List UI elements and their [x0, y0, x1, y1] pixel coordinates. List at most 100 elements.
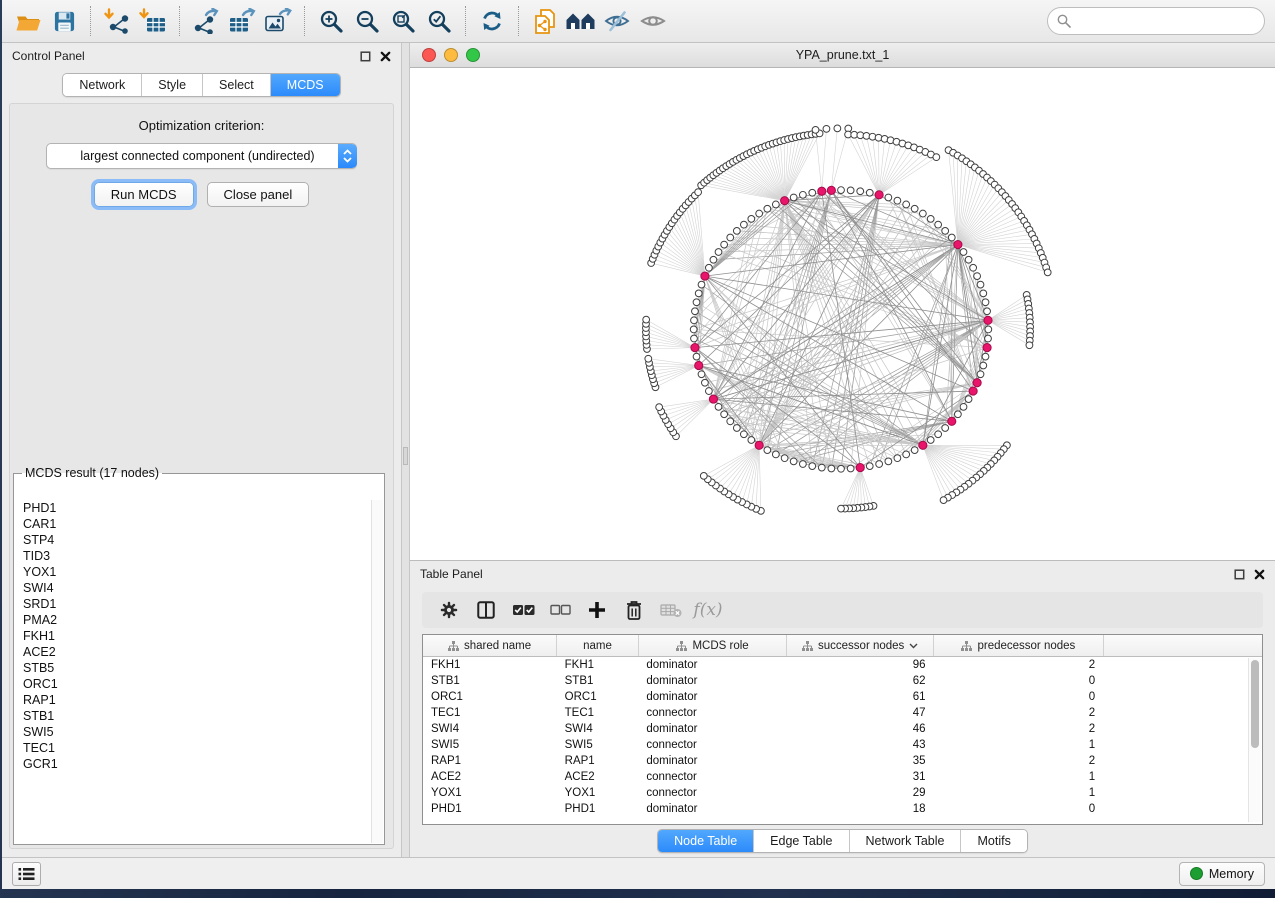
network-node[interactable]: [790, 194, 797, 201]
network-node[interactable]: [927, 215, 934, 222]
mcds-hub-node[interactable]: [709, 395, 717, 403]
network-node[interactable]: [847, 465, 854, 472]
network-node[interactable]: [799, 191, 806, 198]
network-node[interactable]: [715, 249, 722, 256]
network-node[interactable]: [693, 353, 700, 360]
tab-style[interactable]: Style: [141, 74, 202, 96]
network-node[interactable]: [894, 197, 901, 204]
network-node[interactable]: [698, 281, 705, 288]
vertical-splitter[interactable]: [401, 43, 410, 857]
mcds-hub-node[interactable]: [919, 441, 927, 449]
task-history-button[interactable]: [12, 862, 41, 886]
mcds-hub-node[interactable]: [818, 187, 826, 195]
function-builder-button[interactable]: f(x): [693, 595, 723, 625]
mcds-result-item[interactable]: RAP1: [23, 692, 372, 708]
optimization-criterion-select[interactable]: largest connected component (undirected): [46, 143, 357, 169]
mcds-result-item[interactable]: CAR1: [23, 516, 372, 532]
network-node[interactable]: [690, 326, 697, 333]
network-node[interactable]: [838, 505, 845, 512]
network-node[interactable]: [710, 256, 717, 263]
network-node[interactable]: [721, 411, 728, 418]
tab-network-table[interactable]: Network Table: [849, 830, 961, 852]
mcds-result-item[interactable]: GCR1: [23, 756, 372, 772]
network-node[interactable]: [911, 205, 918, 212]
mcds-hub-node[interactable]: [781, 197, 789, 205]
mcds-hub-node[interactable]: [875, 191, 883, 199]
network-node[interactable]: [1044, 269, 1051, 276]
network-node[interactable]: [977, 281, 984, 288]
mcds-hub-node[interactable]: [984, 316, 992, 324]
network-node[interactable]: [903, 451, 910, 458]
window-maximize-light[interactable]: [466, 48, 480, 62]
network-node[interactable]: [876, 461, 883, 468]
network-node[interactable]: [960, 403, 967, 410]
window-minimize-light[interactable]: [444, 48, 458, 62]
network-node[interactable]: [812, 126, 819, 133]
mcds-result-item[interactable]: SWI5: [23, 724, 372, 740]
network-graph[interactable]: [410, 68, 1275, 560]
splitter-grip[interactable]: [403, 447, 408, 465]
zoom-selected-button[interactable]: [421, 4, 457, 38]
create-column-button[interactable]: [582, 595, 612, 625]
tab-node-table[interactable]: Node Table: [658, 830, 753, 852]
mcds-result-item[interactable]: YOX1: [23, 564, 372, 580]
network-node[interactable]: [857, 188, 864, 195]
tab-motifs[interactable]: Motifs: [960, 830, 1026, 852]
network-node[interactable]: [748, 215, 755, 222]
network-node[interactable]: [809, 189, 816, 196]
mcds-result-item[interactable]: SWI4: [23, 580, 372, 596]
mcds-hub-node[interactable]: [695, 361, 703, 369]
network-node[interactable]: [740, 431, 747, 438]
network-node[interactable]: [942, 425, 949, 432]
table-row[interactable]: STB1STB1dominator620: [423, 673, 1262, 689]
close-panel-icon[interactable]: [1254, 569, 1265, 580]
table-row[interactable]: SWI5SWI5connector431: [423, 737, 1262, 753]
network-node[interactable]: [772, 451, 779, 458]
network-node[interactable]: [980, 362, 987, 369]
network-node[interactable]: [698, 371, 705, 378]
table-row[interactable]: TEC1TEC1connector472: [423, 705, 1262, 721]
zoom-out-button[interactable]: [349, 4, 385, 38]
mcds-result-item[interactable]: FKH1: [23, 628, 372, 644]
mcds-hub-node[interactable]: [948, 417, 956, 425]
memory-button[interactable]: Memory: [1179, 862, 1265, 886]
close-panel-icon[interactable]: [380, 51, 391, 62]
window-close-light[interactable]: [422, 48, 436, 62]
network-node[interactable]: [781, 455, 788, 462]
clone-network-button[interactable]: [527, 4, 563, 38]
table-row[interactable]: FKH1FKH1dominator962: [423, 657, 1262, 674]
network-node[interactable]: [834, 125, 841, 132]
mcds-hub-node[interactable]: [755, 441, 763, 449]
float-panel-icon[interactable]: [1234, 569, 1245, 580]
import-network-button[interactable]: [99, 4, 135, 38]
network-node[interactable]: [692, 308, 699, 315]
network-node[interactable]: [733, 228, 740, 235]
table-scrollbar[interactable]: [1248, 658, 1261, 822]
network-node[interactable]: [705, 264, 712, 271]
mcds-hub-node[interactable]: [983, 344, 991, 352]
network-node[interactable]: [903, 201, 910, 208]
network-node[interactable]: [705, 388, 712, 395]
mcds-result-item[interactable]: SRD1: [23, 596, 372, 612]
network-node[interactable]: [740, 221, 747, 228]
network-node[interactable]: [693, 299, 700, 306]
homes-button[interactable]: [563, 4, 599, 38]
network-node[interactable]: [748, 437, 755, 444]
network-node[interactable]: [733, 425, 740, 432]
mcds-result-item[interactable]: TID3: [23, 548, 372, 564]
network-node[interactable]: [695, 290, 702, 297]
column-header-name[interactable]: name: [557, 635, 639, 657]
network-node[interactable]: [965, 256, 972, 263]
tab-select[interactable]: Select: [202, 74, 270, 96]
network-node[interactable]: [965, 396, 972, 403]
network-node[interactable]: [790, 458, 797, 465]
network-node[interactable]: [643, 316, 650, 323]
export-table-button[interactable]: [224, 4, 260, 38]
network-node[interactable]: [885, 458, 892, 465]
delete-columns-button[interactable]: [619, 595, 649, 625]
network-canvas[interactable]: [410, 68, 1275, 560]
network-node[interactable]: [727, 234, 734, 241]
mcds-hub-node[interactable]: [856, 464, 864, 472]
network-node[interactable]: [982, 353, 989, 360]
network-node[interactable]: [727, 418, 734, 425]
